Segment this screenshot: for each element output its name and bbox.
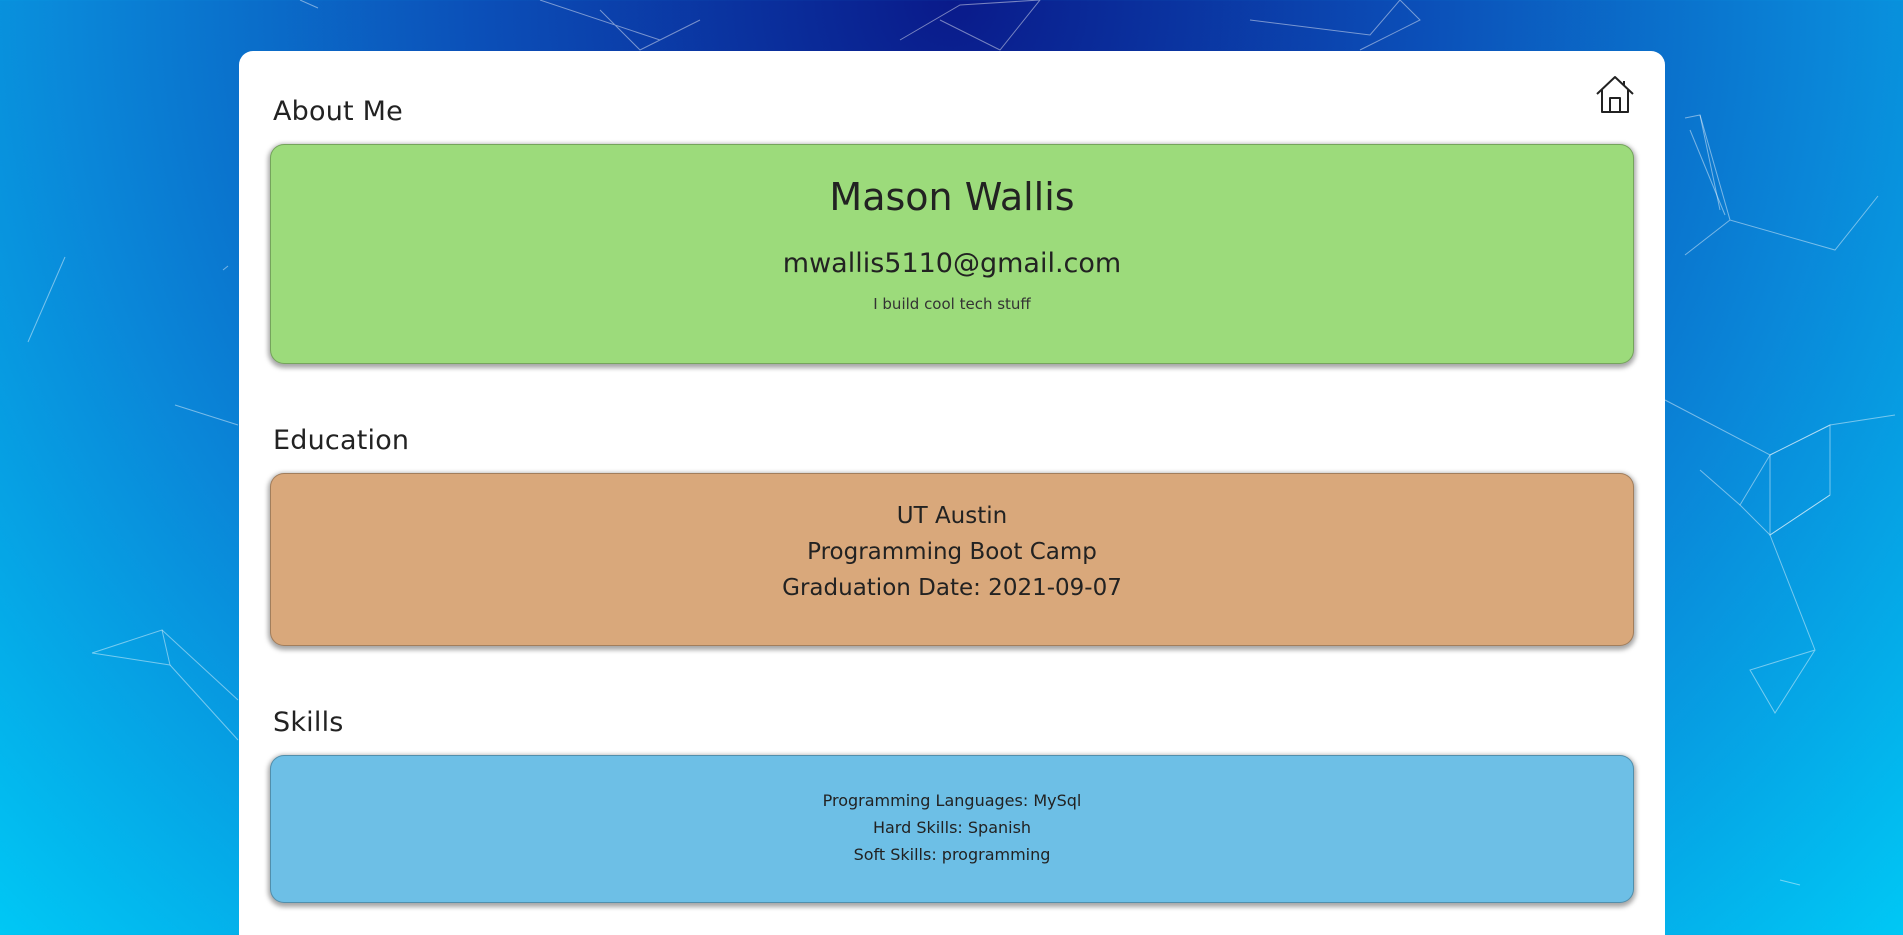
education-heading: Education <box>273 425 410 456</box>
skill-languages: Programming Languages: MySql <box>822 791 1082 810</box>
education-graduation: Graduation Date: 2021-09-07 <box>782 575 1122 601</box>
skills-panel: Programming Languages: MySql Hard Skills… <box>270 755 1634 903</box>
education-panel: UT Austin Programming Boot Camp Graduati… <box>270 473 1634 646</box>
education-school: UT Austin <box>896 503 1008 529</box>
education-program: Programming Boot Camp <box>807 539 1097 565</box>
profile-card: About Me Mason Wallis mwallis5110@gmail.… <box>239 51 1665 935</box>
home-icon <box>1596 76 1634 113</box>
skill-hard: Hard Skills: Spanish <box>872 818 1032 837</box>
home-button[interactable] <box>1594 73 1636 115</box>
skill-soft: Soft Skills: programming <box>853 845 1051 864</box>
about-heading: About Me <box>273 96 403 127</box>
skills-heading: Skills <box>273 707 344 738</box>
about-panel: Mason Wallis mwallis5110@gmail.com I bui… <box>270 144 1634 364</box>
profile-email: mwallis5110@gmail.com <box>782 248 1122 279</box>
profile-bio: I build cool tech stuff <box>873 295 1031 313</box>
profile-name: Mason Wallis <box>829 175 1075 219</box>
